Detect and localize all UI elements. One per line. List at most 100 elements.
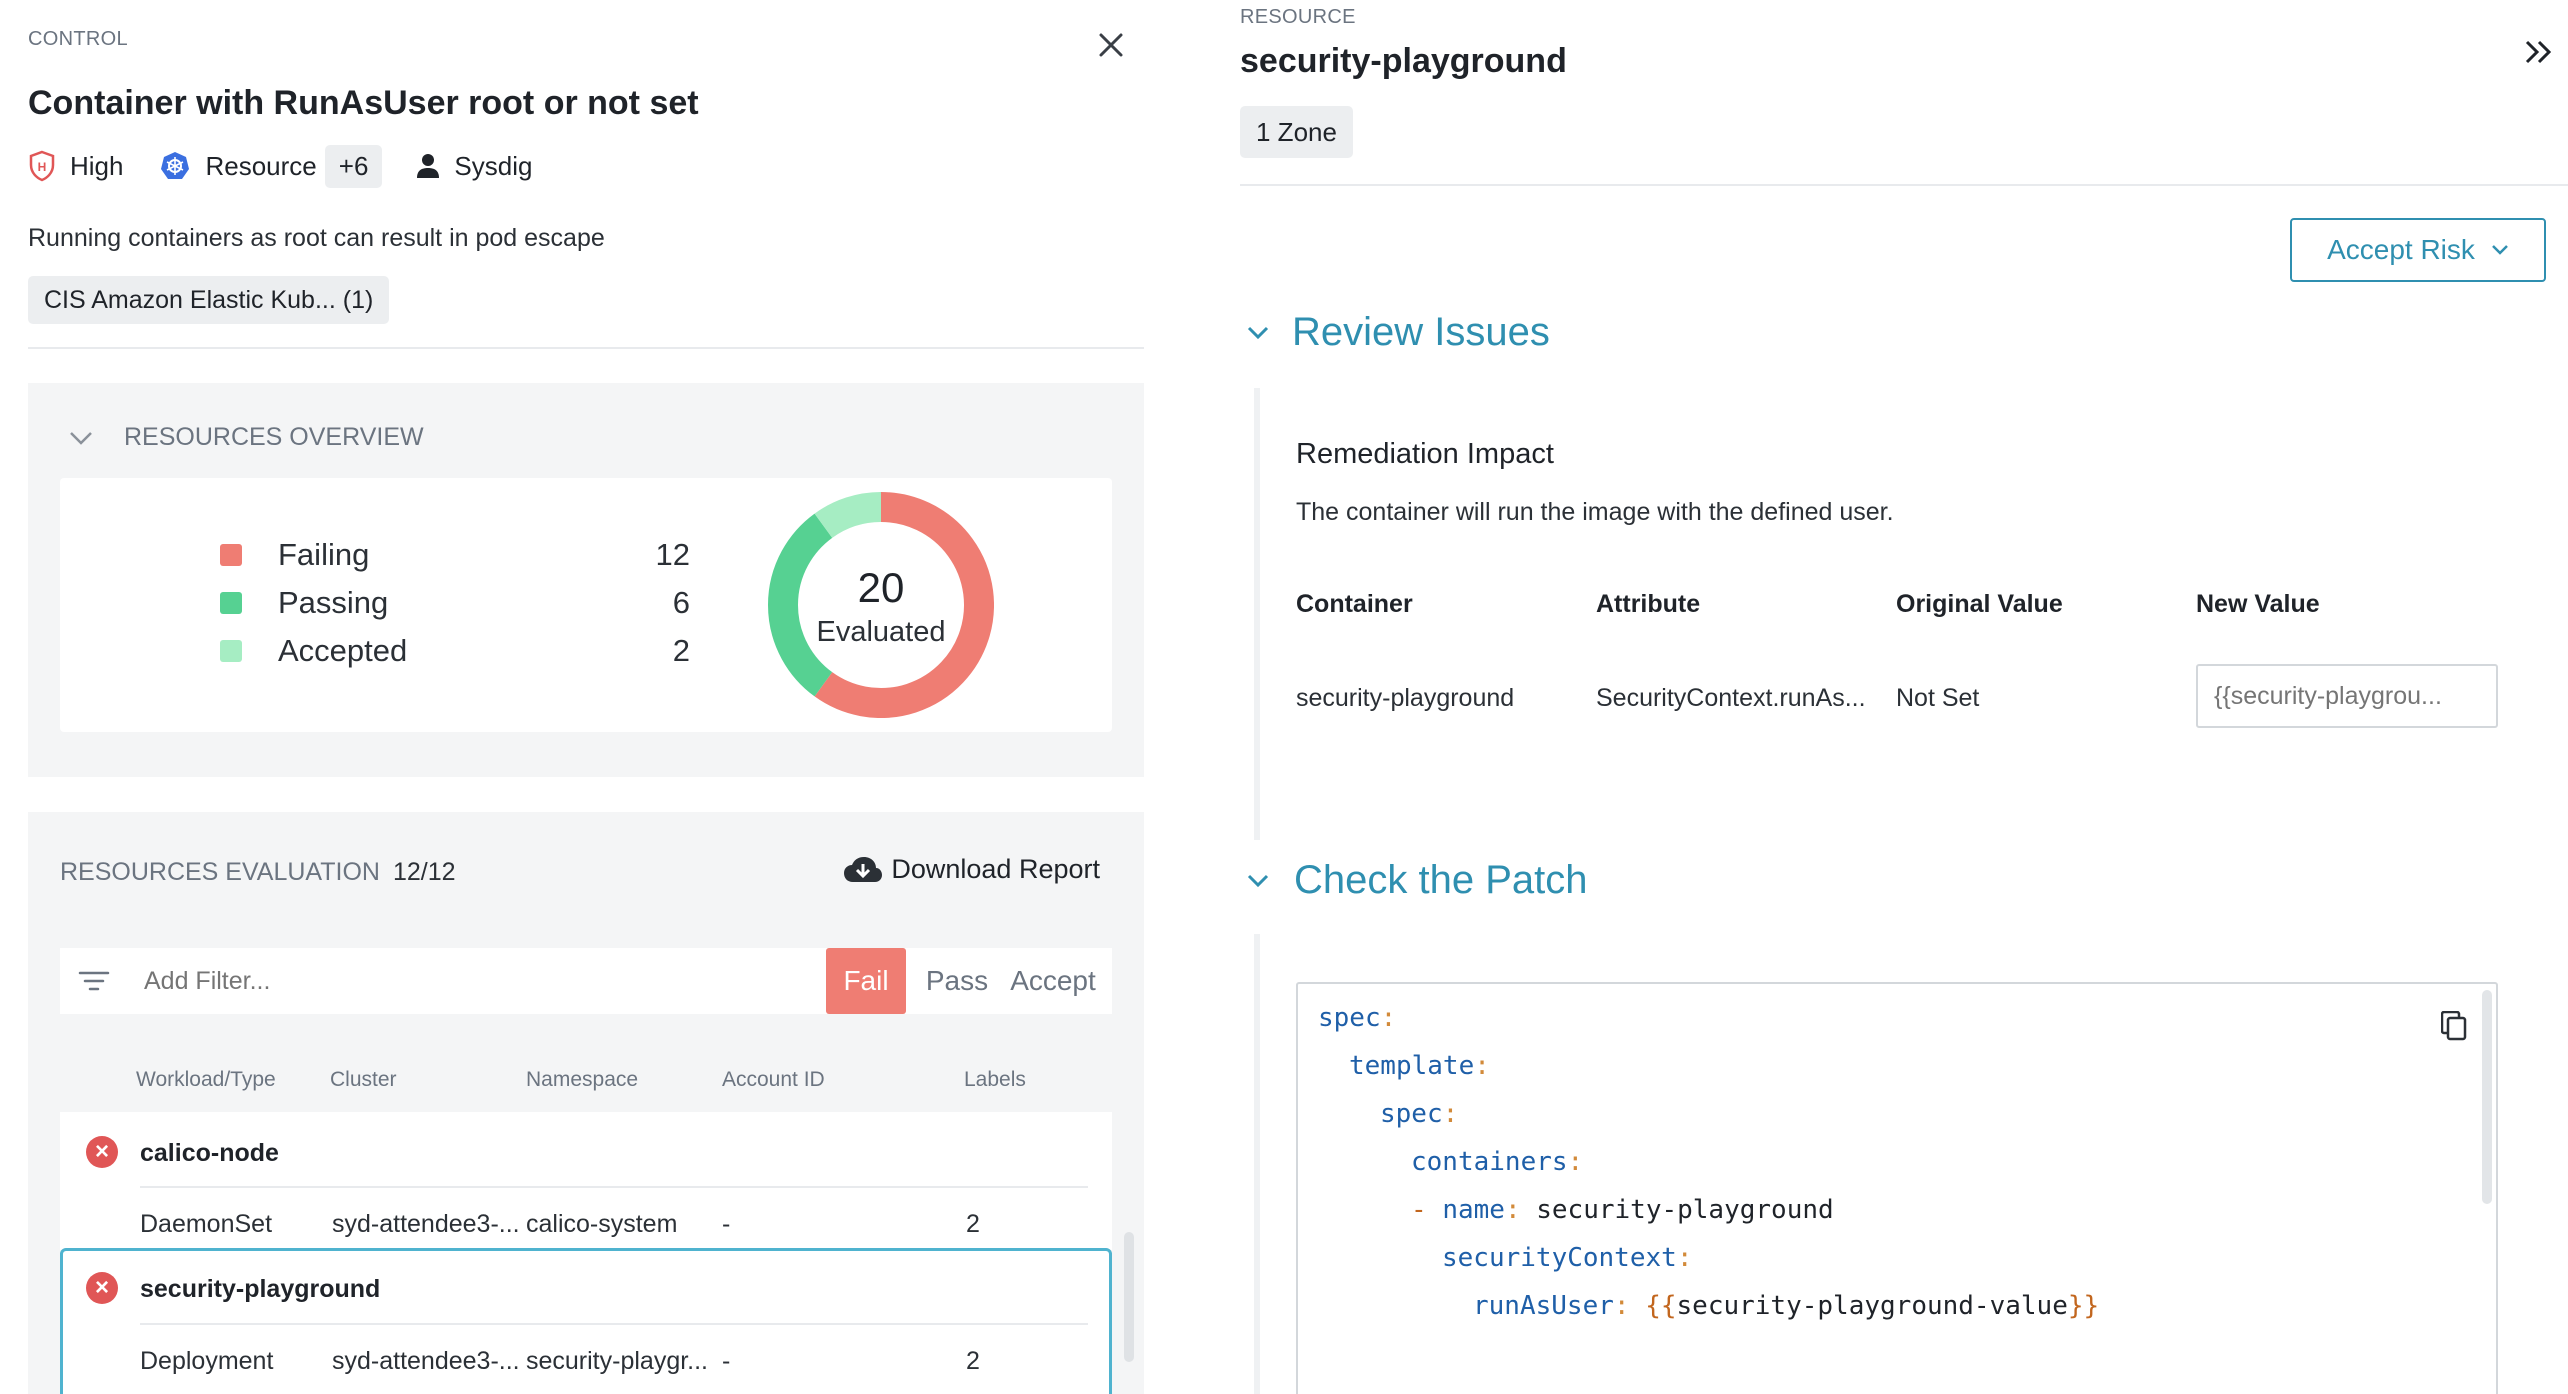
resource-divider xyxy=(1240,184,2568,186)
column-header: New Value xyxy=(2196,590,2320,618)
code-key: spec xyxy=(1380,1099,1443,1129)
control-eyebrow: CONTROL xyxy=(28,28,128,50)
code-key: name xyxy=(1442,1195,1505,1225)
new-value-input[interactable] xyxy=(2196,664,2498,728)
row-divider xyxy=(140,1323,1088,1325)
author-label: Sysdig xyxy=(454,150,533,181)
filter-input[interactable] xyxy=(144,966,764,996)
column-header[interactable]: Workload/Type xyxy=(136,1068,276,1092)
code-key: containers xyxy=(1411,1147,1568,1177)
accept-risk-label: Accept Risk xyxy=(2327,234,2475,265)
resources-overview-toggle[interactable]: RESOURCES OVERVIEW xyxy=(68,423,424,452)
segment-pass[interactable]: Pass xyxy=(918,948,996,1014)
code-line: securityContext: xyxy=(1442,1243,1693,1273)
close-button[interactable] xyxy=(1090,24,1132,66)
code-key: runAsUser xyxy=(1473,1291,1614,1321)
review-section-line xyxy=(1254,388,1260,840)
column-header[interactable]: Namespace xyxy=(526,1068,638,1092)
evaluation-heading-text: RESOURCES EVALUATION xyxy=(60,858,380,886)
failing-status-icon: × xyxy=(86,1136,118,1168)
review-issues-toggle[interactable]: Review Issues xyxy=(1246,310,1550,355)
check-patch-title: Check the Patch xyxy=(1294,858,1588,902)
chevron-down-icon xyxy=(1247,326,1269,339)
copy-icon xyxy=(2441,1011,2467,1041)
check-patch-toggle[interactable]: Check the Patch xyxy=(1246,858,1588,903)
code-line: - name: security-playground xyxy=(1411,1195,1834,1225)
svg-text:H: H xyxy=(38,160,47,174)
row-namespace: security-playgr... xyxy=(526,1347,709,1375)
resources-overview-heading: RESOURCES OVERVIEW xyxy=(124,423,424,451)
legend-failing: Failing 12 xyxy=(220,531,690,579)
user-icon xyxy=(417,154,440,178)
donut-total: 20 xyxy=(857,564,905,611)
table-scrollbar[interactable] xyxy=(1124,1232,1134,1362)
severity-label: High xyxy=(70,150,124,181)
patch-code-block: spec: template: spec: containers: - name… xyxy=(1296,982,2498,1394)
table-header: Workload/Type Cluster Namespace Account … xyxy=(28,1068,1144,1098)
row-account: - xyxy=(722,1347,731,1375)
row-workload-name: security-playground xyxy=(140,1275,381,1303)
accepted-swatch xyxy=(220,640,242,662)
kubernetes-icon xyxy=(161,152,190,179)
evaluation-count: 12/12 xyxy=(392,858,456,886)
chevron-down-icon xyxy=(2492,245,2508,255)
code-value: security-playground-value xyxy=(1676,1291,2068,1321)
accept-risk-button[interactable]: Accept Risk xyxy=(2290,218,2546,282)
column-header[interactable]: Cluster xyxy=(330,1068,397,1092)
legend-label: Passing xyxy=(278,585,389,620)
legend-value: 2 xyxy=(672,633,690,668)
column-header: Original Value xyxy=(1896,590,2063,618)
code-scrollbar[interactable] xyxy=(2482,990,2492,1204)
review-issues-title: Review Issues xyxy=(1292,310,1550,354)
row-labels: 2 xyxy=(966,1347,980,1375)
remediation-attribute: SecurityContext.runAs... xyxy=(1596,684,1866,712)
donut-total-label: Evaluated xyxy=(816,616,946,648)
code-line: spec: xyxy=(1380,1099,1459,1129)
evaluation-heading: RESOURCES EVALUATION 12/12 xyxy=(60,858,456,887)
control-meta: H High Resource +6 Sysdig xyxy=(28,143,532,189)
download-report-button[interactable]: Download Report xyxy=(843,854,1100,885)
legend-value: 12 xyxy=(655,537,690,572)
chevron-down-icon xyxy=(1247,874,1269,887)
code-key: template xyxy=(1349,1051,1475,1081)
passing-swatch xyxy=(220,592,242,614)
extra-tags-badge[interactable]: +6 xyxy=(324,144,383,188)
code-line: spec: xyxy=(1318,1003,1397,1033)
segment-accept[interactable]: Accept xyxy=(1000,948,1106,1014)
framework-tag[interactable]: CIS Amazon Elastic Kub... (1) xyxy=(28,276,390,324)
failing-swatch xyxy=(220,544,242,566)
zone-badge[interactable]: 1 Zone xyxy=(1240,106,1353,158)
author-tag: Sysdig xyxy=(416,151,532,182)
row-type: Deployment xyxy=(140,1347,274,1375)
download-report-label: Download Report xyxy=(891,854,1100,884)
segment-fail[interactable]: Fail xyxy=(826,948,906,1014)
filter-bar: Fail Pass Accept xyxy=(60,948,1112,1014)
patch-code: spec: template: spec: containers: - name… xyxy=(1318,994,2099,1330)
column-header: Attribute xyxy=(1596,590,1701,618)
column-header[interactable]: Labels xyxy=(964,1068,1026,1092)
control-title: Container with RunAsUser root or not set xyxy=(28,84,699,122)
table-row-selected[interactable]: × security-playground Deployment syd-att… xyxy=(60,1248,1112,1394)
row-labels: 2 xyxy=(966,1210,980,1238)
shield-high-icon: H xyxy=(29,150,55,182)
copy-button[interactable] xyxy=(2436,1008,2472,1044)
row-type: DaemonSet xyxy=(140,1210,273,1238)
remediation-impact-text: The container will run the image with th… xyxy=(1296,498,1894,526)
row-cluster: syd-attendee3-... xyxy=(332,1347,520,1375)
overview-legend: Failing 12 Passing 6 Accepted 2 xyxy=(220,531,690,675)
remediation-original-value: Not Set xyxy=(1896,684,1980,712)
code-line: containers: xyxy=(1411,1147,1584,1177)
code-key: securityContext xyxy=(1442,1243,1677,1273)
resources-evaluation-card: RESOURCES EVALUATION 12/12 Download Repo… xyxy=(28,812,1144,1394)
collapse-panel-button[interactable] xyxy=(2520,34,2556,70)
legend-accepted: Accepted 2 xyxy=(220,627,690,675)
control-description: Running containers as root can result in… xyxy=(28,224,605,252)
patch-section-line xyxy=(1254,934,1260,1394)
legend-value: 6 xyxy=(672,585,690,620)
table-row[interactable]: × calico-node DaemonSet syd-attendee3-..… xyxy=(60,1112,1112,1250)
code-line: runAsUser: {{security-playground-value}} xyxy=(1473,1291,2100,1321)
row-account: - xyxy=(722,1210,731,1238)
chevron-down-icon xyxy=(70,431,92,445)
filter-icon[interactable] xyxy=(78,970,110,992)
column-header[interactable]: Account ID xyxy=(722,1068,825,1092)
